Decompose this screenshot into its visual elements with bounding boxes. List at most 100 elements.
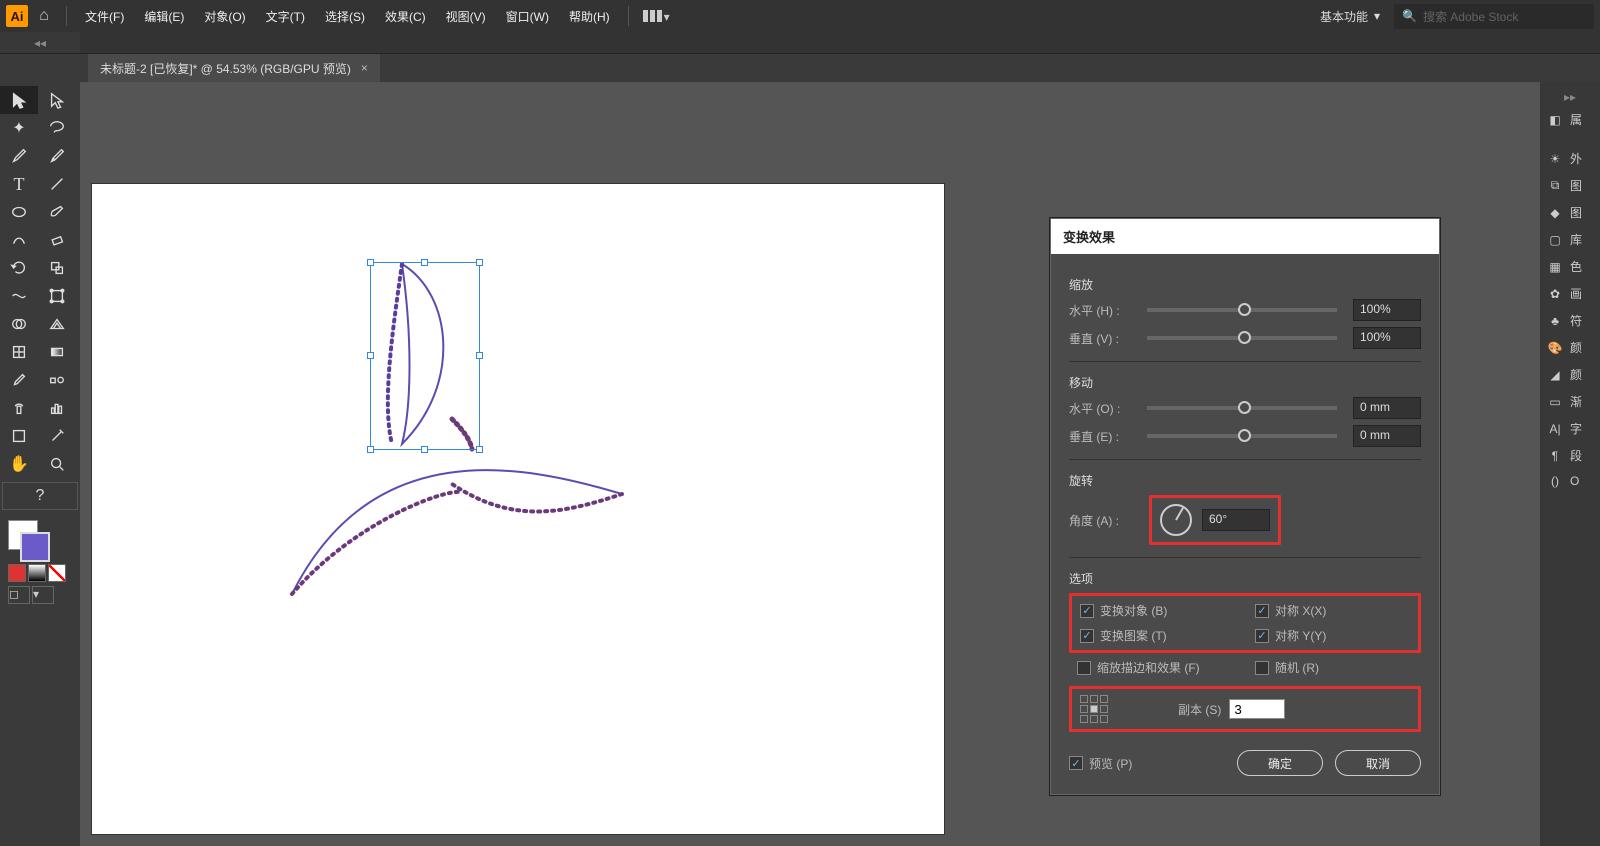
scale-tool[interactable]	[38, 254, 76, 282]
blend-tool[interactable]	[38, 366, 76, 394]
dialog-title: 变换效果	[1051, 219, 1439, 254]
selection-tool[interactable]	[0, 86, 38, 114]
random-checkbox[interactable]: 随机 (R)	[1255, 659, 1413, 676]
preview-checkbox[interactable]: 预览 (P)	[1069, 750, 1132, 776]
color-guide-panel-icon[interactable]: ◢颜	[1540, 361, 1600, 388]
resize-handle[interactable]	[421, 446, 428, 453]
gradient-mode-icon[interactable]	[28, 564, 46, 582]
resize-handle[interactable]	[367, 352, 374, 359]
line-segment-tool[interactable]	[38, 170, 76, 198]
hand-tool[interactable]: ✋	[0, 450, 38, 478]
shaper-tool[interactable]	[0, 226, 38, 254]
ok-button[interactable]: 确定	[1237, 750, 1323, 776]
transform-patterns-checkbox[interactable]: 变换图案 (T)	[1080, 627, 1235, 644]
toolbar-collapse-icon[interactable]: ◂◂	[0, 32, 80, 53]
paintbrush-tool[interactable]	[38, 198, 76, 226]
copies-input[interactable]	[1229, 699, 1285, 719]
angle-value[interactable]: 60°	[1202, 509, 1270, 531]
rotate-tool[interactable]	[0, 254, 38, 282]
move-v-value[interactable]: 0 mm	[1353, 425, 1421, 447]
search-input[interactable]: 🔍搜索 Adobe Stock	[1394, 4, 1594, 29]
slice-tool[interactable]	[38, 422, 76, 450]
menu-edit[interactable]: 编辑(E)	[136, 4, 192, 29]
perspective-grid-tool[interactable]	[38, 310, 76, 338]
menu-bar: Ai ⌂ 文件(F) 编辑(E) 对象(O) 文字(T) 选择(S) 效果(C)…	[0, 0, 1600, 32]
cancel-button[interactable]: 取消	[1335, 750, 1421, 776]
selection-bounding-box[interactable]	[370, 262, 480, 450]
resize-handle[interactable]	[476, 446, 483, 453]
close-icon[interactable]: ×	[361, 61, 368, 75]
libraries-panel-icon[interactable]: ▢库	[1540, 226, 1600, 253]
magic-wand-tool[interactable]: ✦	[0, 114, 38, 142]
move-v-slider[interactable]	[1147, 434, 1337, 438]
move-h-slider[interactable]	[1147, 406, 1337, 410]
curvature-tool[interactable]	[38, 142, 76, 170]
mesh-tool[interactable]	[0, 338, 38, 366]
eyedropper-tool[interactable]	[0, 366, 38, 394]
color-mode-icon[interactable]	[8, 564, 26, 582]
edit-toolbar-button[interactable]: ?	[2, 482, 78, 510]
layers-panel-icon[interactable]: ◆图	[1540, 199, 1600, 226]
menu-window[interactable]: 窗口(W)	[498, 4, 557, 29]
menu-object[interactable]: 对象(O)	[196, 4, 253, 29]
screen-mode-icon[interactable]: ◻	[8, 586, 30, 604]
reference-point-grid[interactable]	[1080, 695, 1108, 723]
angle-dial[interactable]	[1160, 504, 1192, 536]
move-h-value[interactable]: 0 mm	[1353, 397, 1421, 419]
column-graph-tool[interactable]	[38, 394, 76, 422]
symbol-sprayer-tool[interactable]	[0, 394, 38, 422]
scale-v-value[interactable]: 100%	[1353, 327, 1421, 349]
scale-v-slider[interactable]	[1147, 336, 1337, 340]
canvas-area[interactable]: 变换效果 缩放 水平 (H) : 100% 垂直 (V) : 100% 移动 水…	[80, 82, 1540, 846]
dock-collapse-icon[interactable]: ▸▸	[1540, 88, 1600, 106]
color-panel-icon[interactable]: 🎨颜	[1540, 334, 1600, 361]
direct-selection-tool[interactable]	[38, 86, 76, 114]
lasso-tool[interactable]	[38, 114, 76, 142]
document-tab[interactable]: 未标题-2 [已恢复]* @ 54.53% (RGB/GPU 预览) ×	[88, 54, 380, 82]
scale-h-slider[interactable]	[1147, 308, 1337, 312]
reflect-x-checkbox[interactable]: 对称 X(X)	[1255, 602, 1410, 619]
eraser-tool[interactable]	[38, 226, 76, 254]
menu-type[interactable]: 文字(T)	[258, 4, 313, 29]
stroke-swatch[interactable]	[20, 532, 50, 562]
swatches-panel-icon[interactable]: ▦色	[1540, 253, 1600, 280]
reflect-y-checkbox[interactable]: 对称 Y(Y)	[1255, 627, 1410, 644]
resize-handle[interactable]	[421, 259, 428, 266]
symbols-panel-icon[interactable]: ♣符	[1540, 307, 1600, 334]
zoom-tool[interactable]	[38, 450, 76, 478]
brushes-panel-icon[interactable]: ✿画	[1540, 280, 1600, 307]
resize-handle[interactable]	[367, 259, 374, 266]
screen-mode-dropdown[interactable]: ▾	[32, 586, 54, 604]
menu-help[interactable]: 帮助(H)	[561, 4, 618, 29]
workspace-switcher[interactable]: 基本功能▾	[1310, 4, 1390, 29]
resize-handle[interactable]	[476, 259, 483, 266]
graphic-styles-panel-icon[interactable]: ⧉图	[1540, 172, 1600, 199]
opentype-panel-icon[interactable]: ()O	[1540, 469, 1600, 493]
menu-file[interactable]: 文件(F)	[77, 4, 132, 29]
paragraph-panel-icon[interactable]: ¶段	[1540, 442, 1600, 469]
scale-strokes-checkbox[interactable]: 缩放描边和效果 (F)	[1077, 659, 1235, 676]
none-mode-icon[interactable]	[48, 564, 66, 582]
menu-select[interactable]: 选择(S)	[317, 4, 373, 29]
gradient-panel-icon[interactable]: ▭渐	[1540, 388, 1600, 415]
menu-view[interactable]: 视图(V)	[438, 4, 494, 29]
resize-handle[interactable]	[367, 446, 374, 453]
width-tool[interactable]	[0, 282, 38, 310]
pen-tool[interactable]	[0, 142, 38, 170]
free-transform-tool[interactable]	[38, 282, 76, 310]
home-icon[interactable]: ⌂	[32, 7, 56, 25]
scale-h-value[interactable]: 100%	[1353, 299, 1421, 321]
resize-handle[interactable]	[476, 352, 483, 359]
properties-panel-icon[interactable]: ◧属	[1540, 106, 1600, 133]
artboard-tool[interactable]	[0, 422, 38, 450]
arrange-documents-icon[interactable]: ▾	[639, 6, 674, 26]
type-tool[interactable]: T	[0, 170, 38, 198]
ellipse-tool[interactable]	[0, 198, 38, 226]
character-panel-icon[interactable]: A|字	[1540, 415, 1600, 442]
menu-effect[interactable]: 效果(C)	[377, 4, 434, 29]
shape-builder-tool[interactable]	[0, 310, 38, 338]
gradient-tool[interactable]	[38, 338, 76, 366]
fill-stroke-swatches[interactable]: ◻ ▾	[0, 514, 80, 610]
appearance-panel-icon[interactable]: ☀外	[1540, 145, 1600, 172]
transform-objects-checkbox[interactable]: 变换对象 (B)	[1080, 602, 1235, 619]
